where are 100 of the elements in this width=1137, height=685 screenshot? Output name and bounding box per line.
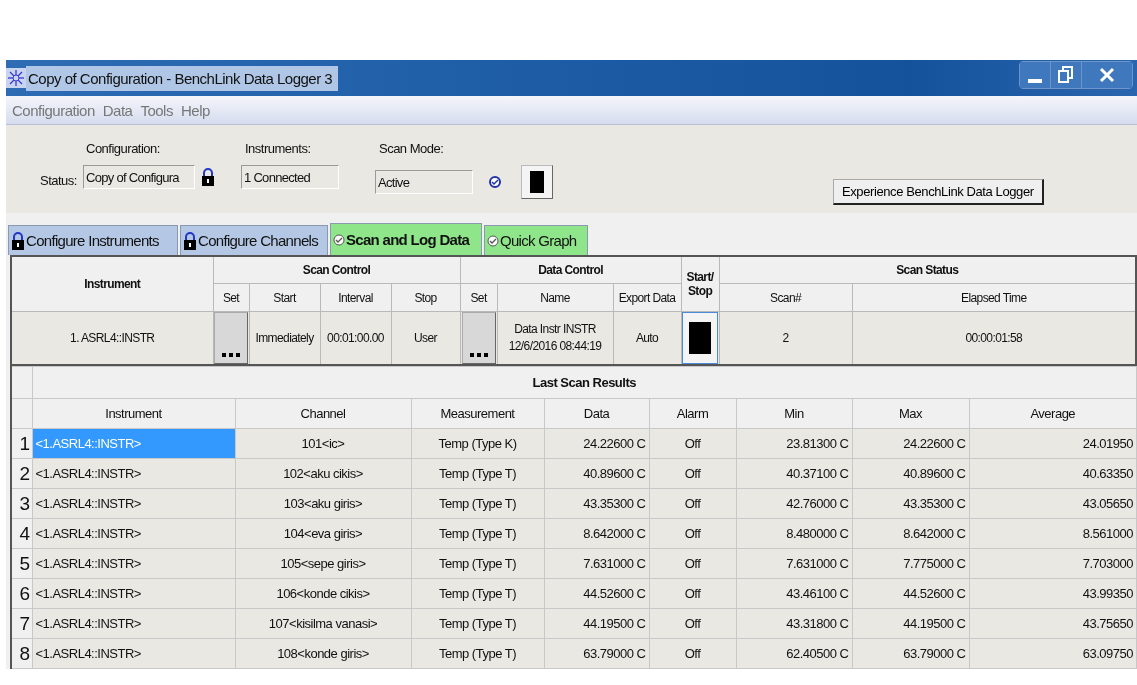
table-cell: 7.775000 C bbox=[852, 548, 969, 579]
table-cell: Temp (Type T) bbox=[411, 638, 544, 669]
table-cell: 7.631000 C bbox=[736, 548, 852, 579]
table-cell: Temp (Type T) bbox=[411, 458, 544, 489]
minimize-button[interactable] bbox=[1020, 62, 1050, 88]
scan-mode-field[interactable]: Active bbox=[374, 170, 473, 194]
table-cell: 44.52600 C bbox=[852, 578, 969, 609]
column-header: Average bbox=[969, 398, 1137, 429]
table-cell: 43.99350 bbox=[969, 578, 1137, 609]
table-cell: Temp (Type T) bbox=[411, 578, 544, 609]
table-cell: 40.63350 bbox=[969, 458, 1137, 489]
tab[interactable]: Quick Graph bbox=[484, 225, 588, 255]
table-cell: Temp (Type T) bbox=[411, 518, 544, 549]
restore-button[interactable] bbox=[1050, 62, 1081, 88]
table-cell: 8.480000 C bbox=[736, 518, 852, 549]
table-cell: Off bbox=[649, 608, 736, 639]
tab[interactable]: Scan and Log Data bbox=[330, 223, 482, 255]
table-cell: 63.79000 C bbox=[852, 638, 969, 669]
table-cell: 63.79000 C bbox=[544, 638, 649, 669]
table-cell: <1.ASRL4::INSTR> bbox=[32, 488, 235, 519]
table-cell: Temp (Type T) bbox=[411, 608, 544, 639]
check-icon bbox=[333, 233, 345, 246]
window-title: Copy of Configuration - BenchLink Data Logger 3 bbox=[26, 65, 339, 91]
row-number: 1 bbox=[11, 428, 32, 459]
column-header: Scan Control bbox=[213, 256, 461, 284]
table-cell: Data Instr INSTR 12/6/2016 08:44:19 bbox=[497, 311, 614, 365]
table-cell: 40.37100 C bbox=[736, 458, 852, 489]
menu-item[interactable]: Configuration bbox=[12, 101, 95, 119]
table-cell: Off bbox=[649, 548, 736, 579]
table-cell: 24.22600 C bbox=[852, 428, 969, 459]
menu-item[interactable]: Help bbox=[180, 101, 210, 119]
column-header: Set bbox=[460, 283, 498, 312]
row-number: 5 bbox=[11, 548, 32, 579]
table-cell: 107<kisilma vanasi> bbox=[235, 608, 411, 639]
column-header: Instrument bbox=[11, 256, 213, 312]
experience-button[interactable]: Experience BenchLink Data Logger bbox=[832, 179, 1044, 205]
column-header: Start/ Stop bbox=[681, 256, 720, 312]
column-header: Measurement bbox=[411, 398, 544, 429]
table-cell: <1.ASRL4::INSTR> bbox=[32, 458, 235, 489]
minimize-icon bbox=[1028, 79, 1042, 83]
table-cell: 8.561000 bbox=[969, 518, 1137, 549]
column-header: Interval bbox=[320, 283, 391, 312]
table-cell: 105<sepe giris> bbox=[235, 548, 411, 579]
close-icon bbox=[1099, 67, 1115, 83]
table-cell: 00:01:00.00 bbox=[320, 311, 391, 365]
table-cell: 104<eva giris> bbox=[235, 518, 411, 549]
table-cell: 40.89600 C bbox=[544, 458, 649, 489]
table-cell: Off bbox=[649, 578, 736, 609]
table-cell: <1.ASRL4::INSTR> bbox=[32, 518, 235, 549]
table-cell: <1.ASRL4::INSTR> bbox=[32, 548, 235, 579]
field-label: Instruments: bbox=[243, 141, 312, 158]
table-cell: 108<konde giris> bbox=[235, 638, 411, 669]
menu-item[interactable]: Tools bbox=[140, 101, 173, 119]
tab[interactable]: Configure Instruments bbox=[8, 225, 178, 255]
menu-item[interactable]: Data bbox=[102, 101, 133, 119]
check-icon bbox=[487, 234, 499, 247]
table-cell: Off bbox=[649, 518, 736, 549]
instruments-field[interactable]: 1 Connected bbox=[240, 165, 339, 189]
column-header: Instrument bbox=[32, 398, 235, 429]
table-cell: <1.ASRL4::INSTR> bbox=[32, 638, 235, 669]
set-button[interactable] bbox=[461, 312, 496, 364]
set-button[interactable] bbox=[214, 312, 248, 364]
table-cell: 40.89600 C bbox=[852, 458, 969, 489]
table-cell: 24.01950 bbox=[969, 428, 1137, 459]
tab[interactable]: Configure Channels bbox=[180, 225, 328, 255]
close-button[interactable] bbox=[1081, 62, 1132, 88]
start-stop-button[interactable] bbox=[682, 312, 719, 364]
stop-button[interactable] bbox=[520, 165, 553, 199]
table-cell: <1.ASRL4::INSTR> bbox=[32, 428, 235, 459]
column-header: Alarm bbox=[649, 398, 736, 429]
column-header: Scan# bbox=[719, 283, 853, 312]
table-cell: 44.19500 C bbox=[544, 608, 649, 639]
column-header: Data bbox=[544, 398, 649, 429]
table-cell: 103<aku giris> bbox=[235, 488, 411, 519]
table-cell: Off bbox=[649, 638, 736, 669]
table-cell: Off bbox=[649, 488, 736, 519]
table-cell: 43.75650 bbox=[969, 608, 1137, 639]
dots-icon bbox=[469, 353, 488, 357]
table-cell: 42.76000 C bbox=[736, 488, 852, 519]
row-number: 3 bbox=[11, 488, 32, 519]
table-cell: <1.ASRL4::INSTR> bbox=[32, 608, 235, 639]
table-cell: 43.35300 C bbox=[852, 488, 969, 519]
configuration-field[interactable]: Copy of Configura bbox=[82, 165, 195, 189]
row-number: 6 bbox=[11, 578, 32, 609]
table-cell: 106<konde cikis> bbox=[235, 578, 411, 609]
table-cell: 63.09750 bbox=[969, 638, 1137, 669]
table-cell: Off bbox=[649, 458, 736, 489]
column-header: Max bbox=[852, 398, 969, 429]
restore-icon bbox=[1058, 66, 1074, 84]
column-header: Stop bbox=[391, 283, 461, 312]
column-header: Name bbox=[497, 283, 614, 312]
lock-icon bbox=[183, 231, 197, 250]
table-cell: Temp (Type T) bbox=[411, 548, 544, 579]
table-cell: <1.ASRL4::INSTR> bbox=[32, 578, 235, 609]
table-cell: Immediately bbox=[249, 311, 320, 365]
table-cell: 8.642000 C bbox=[544, 518, 649, 549]
table-cell: 43.46100 C bbox=[736, 578, 852, 609]
row-number: 2 bbox=[11, 458, 32, 489]
dots-icon bbox=[222, 353, 240, 357]
table-cell: Off bbox=[649, 428, 736, 459]
